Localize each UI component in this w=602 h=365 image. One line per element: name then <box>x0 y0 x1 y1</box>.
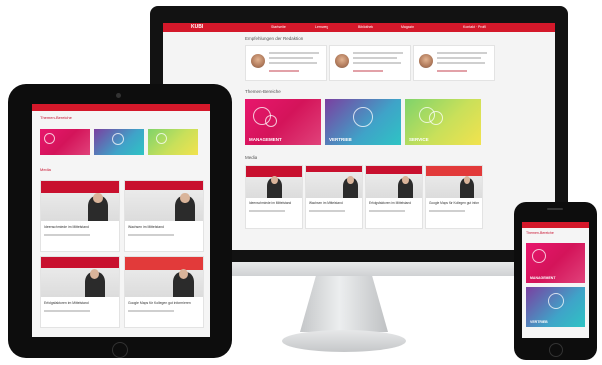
media-title: Ideenschmiede im Mittelstand <box>44 225 89 229</box>
media-card[interactable]: Erfolgsfaktoren im Mittelstand <box>365 165 423 229</box>
phone-screen: Themen-Bereiche MANAGEMENT VERTRIEB <box>522 222 589 338</box>
phone-device: Themen-Bereiche MANAGEMENT VERTRIEB <box>514 202 597 360</box>
video-thumbnail <box>426 166 482 198</box>
tablet-camera <box>116 93 121 98</box>
recommend-card[interactable] <box>329 45 411 81</box>
avatar <box>335 54 349 68</box>
desktop-nav-right[interactable]: Kontakt · Profil <box>463 25 486 29</box>
media-title: Google Maps für Kollegen gut informieren <box>128 301 191 305</box>
desktop-nav-bar: KUBI Startseite Lernweg Bibliothek Magaz… <box>163 23 555 32</box>
tile-management[interactable]: MANAGEMENT <box>245 99 321 145</box>
desktop-section-recommend: Empfehlungen der Redaktion <box>245 36 304 41</box>
media-title: Wachsen im Mittelstand <box>128 225 164 229</box>
phone-section-themes: Themen-Bereiche <box>526 231 554 235</box>
tile-service[interactable]: SERVICE <box>405 99 481 145</box>
media-card[interactable]: Google Maps für Kollegen gut informieren <box>425 165 483 229</box>
tablet-tile-service[interactable] <box>148 129 198 155</box>
tablet-section-media: Media <box>40 167 51 172</box>
tile-vertrieb[interactable]: VERTRIEB <box>325 99 401 145</box>
recommend-card[interactable] <box>413 45 495 81</box>
video-thumbnail <box>41 181 119 221</box>
phone-nav-bar <box>522 222 589 228</box>
media-title: Erfolgsfaktoren im Mittelstand <box>44 301 89 305</box>
media-title: Wachsen im Mittelstand <box>309 201 343 205</box>
media-title: Erfolgsfaktoren im Mittelstand <box>369 201 411 205</box>
phone-tile-management[interactable]: MANAGEMENT <box>526 243 585 283</box>
tablet-device: Themen-Bereiche Media Ideenschmiede im M… <box>8 84 232 358</box>
tablet-screen: Themen-Bereiche Media Ideenschmiede im M… <box>32 104 210 337</box>
phone-speaker <box>547 208 563 210</box>
tablet-media-card[interactable]: Ideenschmiede im Mittelstand <box>40 180 120 252</box>
tile-vertrieb-label: VERTRIEB <box>329 137 352 142</box>
tablet-nav-bar <box>32 104 210 111</box>
media-title: Google Maps für Kollegen gut informieren <box>429 201 479 205</box>
phone-tile-management-label: MANAGEMENT <box>530 276 556 280</box>
desktop-nav-item-4[interactable]: Magazin <box>401 25 414 29</box>
tile-service-label: SERVICE <box>409 137 429 142</box>
handshake-icon <box>156 133 167 144</box>
network-icon <box>548 293 564 309</box>
desktop-logo[interactable]: KUBI <box>191 24 203 30</box>
video-thumbnail <box>366 166 422 198</box>
phone-tile-vertrieb[interactable]: VERTRIEB <box>526 287 585 327</box>
network-icon <box>353 107 373 127</box>
network-icon <box>112 133 124 145</box>
phone-home-button[interactable] <box>549 343 563 357</box>
tablet-section-themes: Themen-Bereiche <box>40 115 72 120</box>
avatar <box>251 54 265 68</box>
video-thumbnail <box>306 166 362 198</box>
recommend-card[interactable] <box>245 45 327 81</box>
desktop-section-themes: Themen-Bereiche <box>245 89 281 94</box>
gears-icon <box>44 133 55 144</box>
video-thumbnail <box>41 257 119 297</box>
desktop-nav-item-2[interactable]: Lernweg <box>315 25 328 29</box>
desktop-section-media: Media <box>245 155 258 160</box>
desktop-nav-item-1[interactable]: Startseite <box>271 25 286 29</box>
media-card[interactable]: Ideenschmiede im Mittelstand <box>245 165 303 229</box>
tablet-tile-vertrieb[interactable] <box>94 129 144 155</box>
video-thumbnail <box>125 257 203 297</box>
tablet-media-card[interactable]: Erfolgsfaktoren im Mittelstand <box>40 256 120 328</box>
tablet-tile-management[interactable] <box>40 129 90 155</box>
tablet-media-card[interactable]: Google Maps für Kollegen gut informieren <box>124 256 204 328</box>
handshake-icon <box>429 111 443 125</box>
tablet-home-button[interactable] <box>112 342 128 358</box>
desktop-nav-item-3[interactable]: Bibliothek <box>358 25 373 29</box>
phone-tile-vertrieb-label: VERTRIEB <box>530 320 548 324</box>
video-thumbnail <box>125 181 203 221</box>
video-thumbnail <box>246 166 302 198</box>
tablet-media-card[interactable]: Wachsen im Mittelstand <box>124 180 204 252</box>
tile-management-label: MANAGEMENT <box>249 137 282 142</box>
monitor-stand-neck <box>300 276 388 332</box>
media-card[interactable]: Wachsen im Mittelstand <box>305 165 363 229</box>
monitor-stand-base <box>282 330 406 352</box>
gears-icon <box>532 249 546 263</box>
avatar <box>419 54 433 68</box>
media-title: Ideenschmiede im Mittelstand <box>249 201 292 205</box>
gears-icon <box>265 115 277 127</box>
